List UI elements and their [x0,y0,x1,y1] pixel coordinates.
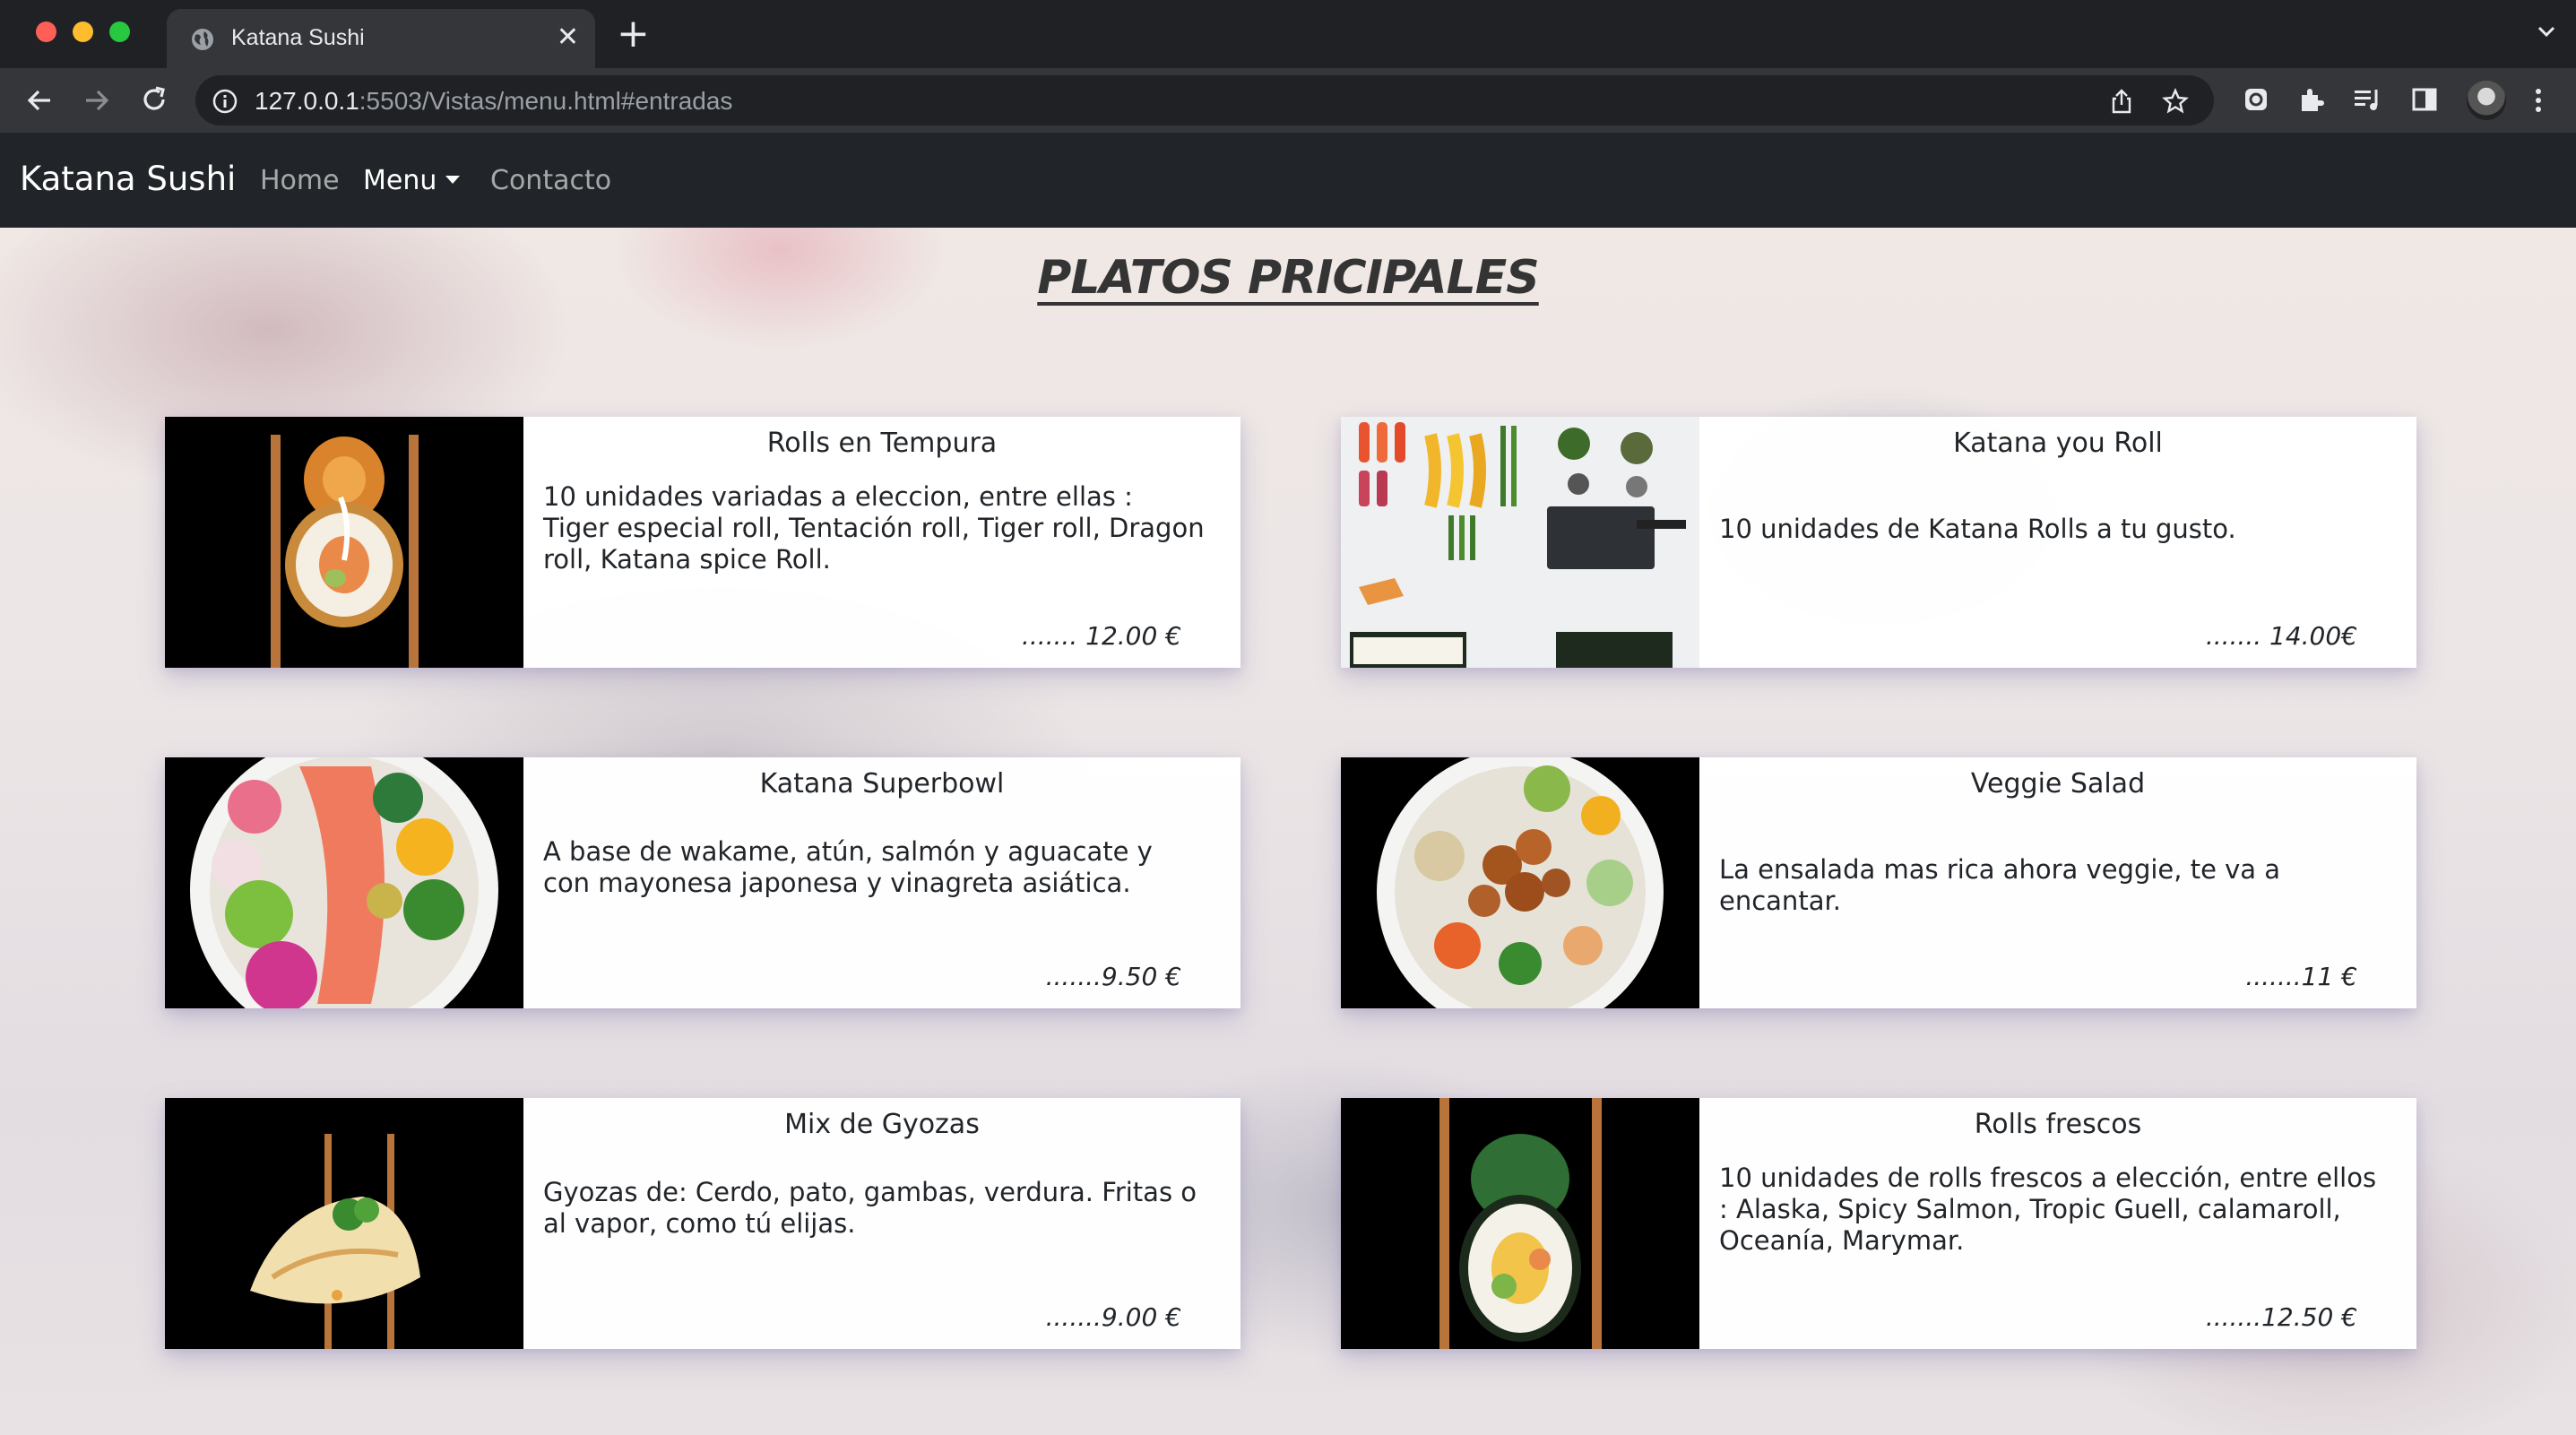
caret-down-icon [445,176,461,184]
dish-image [165,757,523,1008]
more-menu-icon[interactable] [2529,84,2547,117]
tab-title: Katana Sushi [231,25,365,50]
browser-toolbar: 127.0.0.1:5503/Vistas/menu.html#entradas [0,68,2576,133]
dish-image [1341,757,1699,1008]
page-viewport: Katana Sushi Home Menu Contacto PLATOS P… [0,133,2576,1435]
reload-icon[interactable] [138,84,170,117]
dish-description: Gyozas de: Cerdo, pato, gambas, verdura.… [543,1177,1197,1239]
dish-description: La ensalada mas rica ahora veggie, te va… [1719,854,2281,916]
media-control-icon[interactable] [2352,84,2384,115]
nav-link-contacto[interactable]: Contacto [490,165,611,196]
dish-price: .......11 € [2245,962,2357,991]
dish-card-katana-superbowl: Katana Superbowl A base de wakame, atún,… [165,757,1240,1008]
dish-title: Rolls en Tempura [766,428,998,459]
share-icon[interactable] [2108,88,2135,115]
dish-title: Veggie Salad [1970,768,2146,800]
address-bar[interactable]: 127.0.0.1:5503/Vistas/menu.html#entradas [195,75,2214,125]
dish-title: Katana Superbowl [759,768,1005,800]
dish-price: .......12.50 € [2205,1302,2357,1332]
close-window-button[interactable] [36,22,56,42]
veggie-salad-image [1341,757,1699,1008]
dish-price: .......9.50 € [1045,962,1181,991]
back-arrow-icon[interactable] [23,84,56,117]
dish-title: Katana you Roll [1953,428,2163,459]
dish-image [1341,1098,1699,1349]
url-path: :5503/Vistas/menu.html#entradas [359,87,733,115]
nav-link-menu-label: Menu [363,165,437,196]
page-title: PLATOS PRICIPALES [1037,251,1539,305]
dish-title: Rolls frescos [1974,1109,2142,1140]
profile-avatar[interactable] [2467,81,2506,120]
bookmark-star-icon[interactable] [2162,88,2189,115]
forward-arrow-icon[interactable] [81,84,113,117]
dish-image [1341,417,1699,668]
close-tab-icon[interactable]: ✕ [557,22,579,54]
browser-tab[interactable]: Katana Sushi ✕ [167,9,595,68]
poke-bowl-image [165,757,523,1008]
dish-card-katana-you-roll: Katana you Roll 10 unidades de Katana Ro… [1341,417,2416,668]
dish-description: 10 unidades de rolls frescos a elección,… [1719,1163,2377,1256]
url-text: 127.0.0.1:5503/Vistas/menu.html#entradas [255,87,732,116]
dish-image [165,417,523,668]
chevron-down-icon[interactable] [2535,20,2558,43]
dish-price: .......9.00 € [1045,1302,1181,1332]
dish-card-rolls-frescos: Rolls frescos 10 unidades de rolls fresc… [1341,1098,2416,1349]
dish-card-mix-gyozas: Mix de Gyozas Gyozas de: Cerdo, pato, ga… [165,1098,1240,1349]
extensions-puzzle-icon[interactable] [2296,84,2327,115]
dish-description: 10 unidades de Katana Rolls a tu gusto. [1719,514,2236,544]
browser-tab-strip: Katana Sushi ✕ + [0,0,2576,68]
maximize-window-button[interactable] [109,22,130,42]
site-navbar: Katana Sushi Home Menu Contacto [0,133,2576,228]
site-info-icon[interactable] [212,88,238,115]
dish-image [165,1098,523,1349]
dish-description: 10 unidades variadas a eleccion, entre e… [543,481,1205,575]
gyoza-image [165,1098,523,1349]
fresh-roll-image [1341,1098,1699,1349]
tempura-roll-image [165,417,523,668]
globe-icon [192,29,213,50]
ingredients-flatlay-image [1341,417,1699,668]
dish-card-veggie-salad: Veggie Salad La ensalada mas rica ahora … [1341,757,2416,1008]
screenshot-extension-icon[interactable] [2241,84,2271,115]
minimize-window-button[interactable] [73,22,93,42]
dish-price: ....... 14.00€ [2205,621,2357,651]
dish-card-rolls-tempura: Rolls en Tempura 10 unidades variadas a … [165,417,1240,668]
side-panel-icon[interactable] [2409,84,2440,115]
dish-price: ....... 12.00 € [1021,621,1181,651]
url-host: 127.0.0.1 [255,87,359,115]
new-tab-button[interactable]: + [617,13,650,56]
nav-link-home[interactable]: Home [260,165,340,196]
brand-link[interactable]: Katana Sushi [20,160,236,198]
dish-title: Mix de Gyozas [784,1109,980,1140]
nav-link-menu-dropdown[interactable]: Menu [363,165,461,196]
dish-description: A base de wakame, atún, salmón y aguacat… [543,836,1153,898]
